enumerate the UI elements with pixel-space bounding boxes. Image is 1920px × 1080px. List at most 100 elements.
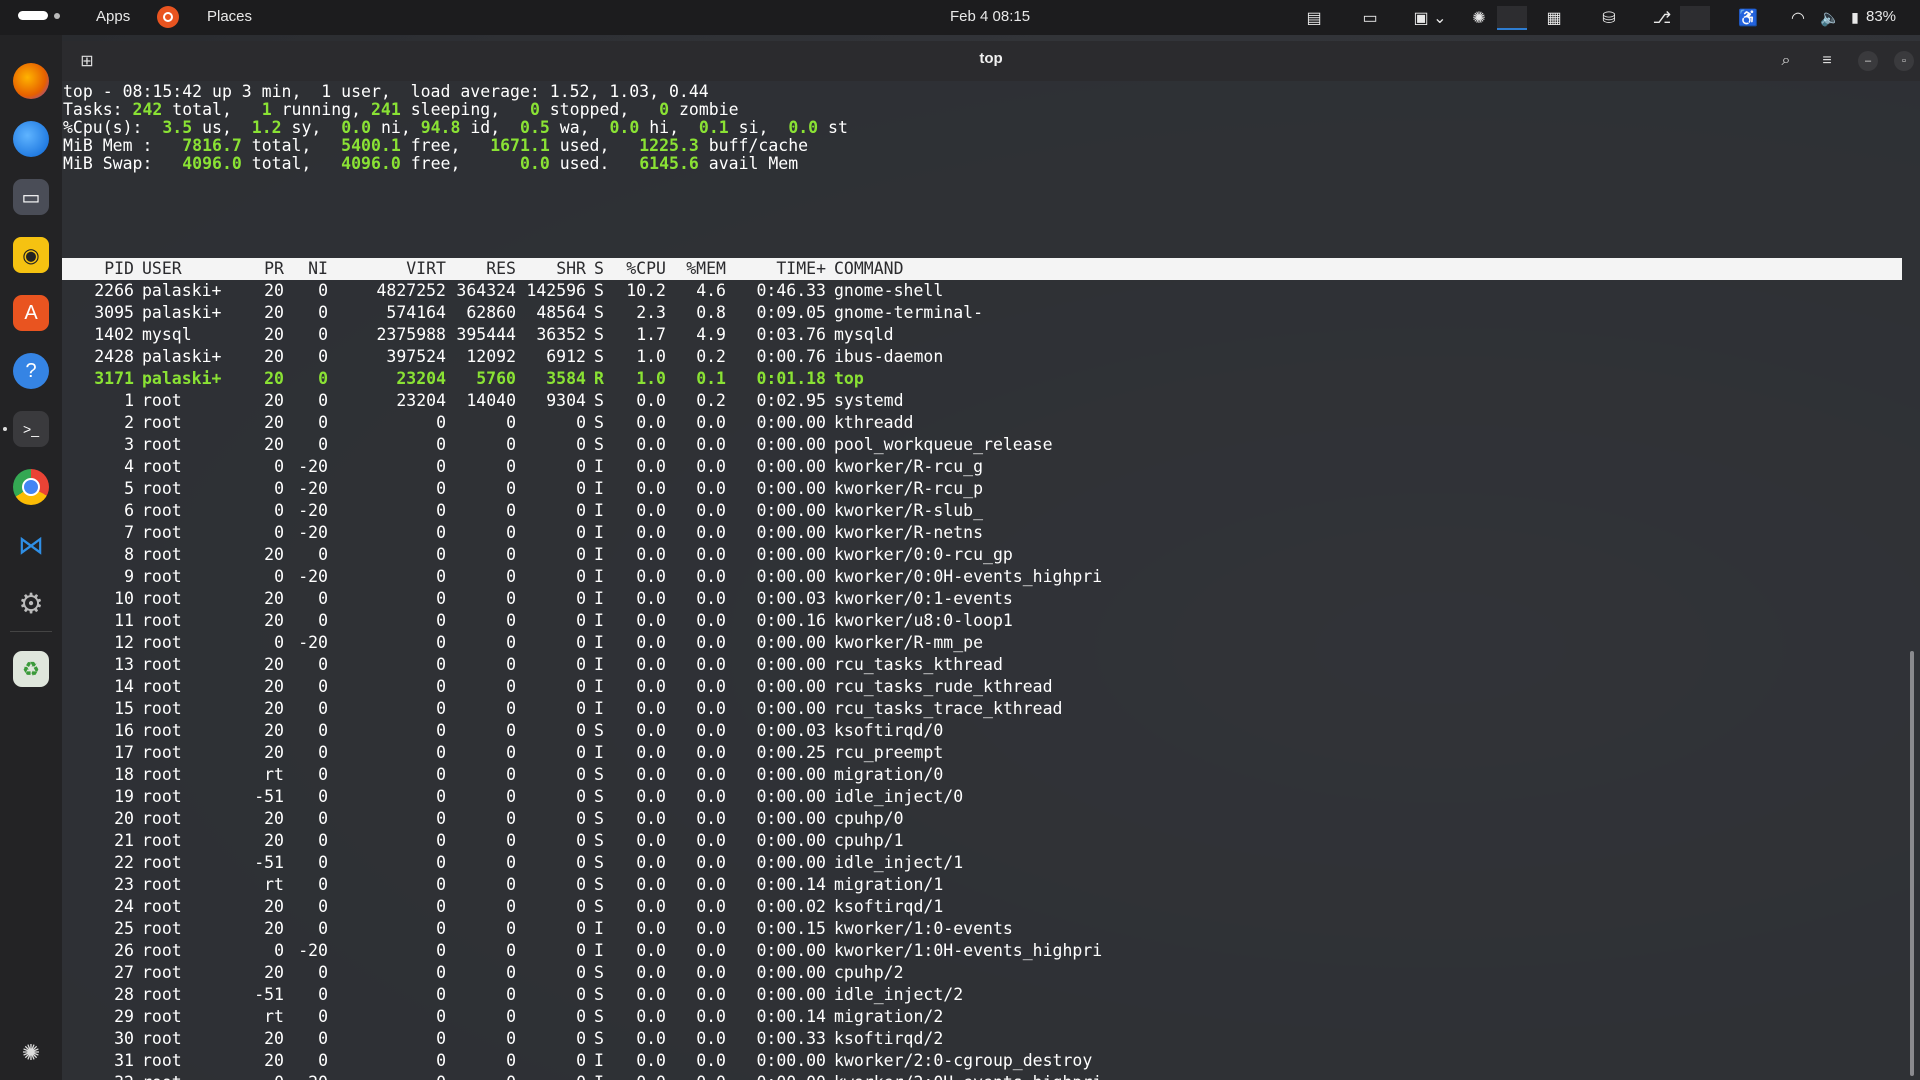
cell-mem: 0.0	[696, 611, 726, 630]
cell-pid: 14	[114, 677, 134, 696]
cell-res: 0	[506, 1007, 516, 1026]
settings-icon[interactable]: ⚙	[13, 585, 49, 621]
cell-state: S	[594, 303, 604, 322]
cell-res: 0	[506, 655, 516, 674]
cell-virt: 0	[436, 743, 446, 762]
cell-pid: 11	[114, 611, 134, 630]
cell-cpu: 0.0	[636, 853, 666, 872]
cell-pid: 30	[114, 1029, 134, 1048]
table-row: 15 root 20 0 0 0 0 I 0.0 0.0 0:00.00 rcu_tasks_trac…	[62, 698, 1902, 720]
cell-shr: 0	[576, 941, 586, 960]
cell-mem: 0.0	[696, 721, 726, 740]
cell-virt: 0	[436, 721, 446, 740]
scrollbar-thumb[interactable]	[1910, 651, 1914, 1076]
help-icon[interactable]: ?	[13, 353, 49, 389]
cell-res: 0	[506, 589, 516, 608]
cell-pid: 1402	[94, 325, 134, 344]
cell-time: 0:00.14	[756, 875, 826, 894]
cell-mem: 0.0	[696, 963, 726, 982]
cell-ni: 0	[318, 963, 328, 982]
cell-user: mysql	[142, 325, 192, 344]
cell-user: root	[142, 875, 182, 894]
maximize-button[interactable]: ▫	[1894, 51, 1914, 71]
cell-state: I	[594, 633, 604, 652]
battery-icon[interactable]: ▮	[1848, 0, 1862, 35]
cell-mem: 0.0	[696, 985, 726, 1004]
hamburger-menu-icon[interactable]: ≡	[1814, 49, 1840, 73]
files-icon[interactable]: ▭	[13, 179, 49, 215]
cell-state: S	[594, 347, 604, 366]
thunderbird-icon[interactable]	[13, 121, 49, 157]
cell-command: kworker/2:0-cgroup_destroy	[834, 1051, 1093, 1070]
clock[interactable]: Feb 4 08:15	[950, 8, 1030, 25]
cell-pr: 20	[264, 435, 284, 454]
places-menu[interactable]: Places	[207, 8, 252, 25]
terminal-running-dot	[3, 427, 7, 431]
cell-user: palaski+	[142, 281, 222, 300]
search-icon[interactable]: ⌕	[1773, 49, 1799, 73]
cell-shr: 0	[576, 413, 586, 432]
app-center-icon[interactable]: A	[13, 295, 49, 331]
vscode-icon[interactable]: ⋈	[13, 527, 49, 563]
cell-res: 14040	[466, 391, 516, 410]
table-row: 6 root 0 -20 0 0 0 I 0.0 0.0 0:00.00 kworker/R-slub…	[62, 500, 1902, 522]
trash-icon[interactable]: ♻	[13, 651, 49, 687]
cell-ni: 0	[318, 743, 328, 762]
cell-shr: 0	[576, 1007, 586, 1026]
cell-cpu: 0.0	[636, 479, 666, 498]
memory-monitor-icon[interactable]: ▦	[1542, 0, 1566, 35]
cell-virt: 0	[436, 567, 446, 586]
apps-menu[interactable]: Apps	[96, 8, 130, 25]
cell-pr: 20	[264, 369, 284, 388]
activities-indicator[interactable]	[18, 11, 60, 20]
cell-pr: 20	[264, 281, 284, 300]
cell-command: migration/2	[834, 1007, 944, 1026]
table-row: 25 root 20 0 0 0 0 I 0.0 0.0 0:00.15 kworker/1:0-ev…	[62, 918, 1902, 940]
cell-command: kworker/R-rcu_g	[834, 457, 984, 476]
image-menu-icon[interactable]: ▣ ⌄	[1412, 0, 1448, 35]
table-row: 24 root 20 0 0 0 0 S 0.0 0.0 0:00.02 ksoftirqd/1	[62, 896, 1902, 918]
cell-mem: 0.0	[696, 1029, 726, 1048]
cell-pid: 12	[114, 633, 134, 652]
cell-time: 0:00.00	[756, 963, 826, 982]
disk-monitor-icon[interactable]: ⛁	[1597, 0, 1621, 35]
cell-pr: rt	[264, 1007, 284, 1026]
cell-ni: 0	[318, 413, 328, 432]
cell-virt: 0	[436, 765, 446, 784]
cell-user: root	[142, 721, 182, 740]
firefox-icon[interactable]	[13, 63, 49, 99]
cell-mem: 0.0	[696, 633, 726, 652]
cell-cpu: 0.0	[636, 699, 666, 718]
cell-user: root	[142, 699, 182, 718]
table-row: 5 root 0 -20 0 0 0 I 0.0 0.0 0:00.00 kworker/R-rcu_…	[62, 478, 1902, 500]
network-monitor-icon[interactable]: ⎇	[1650, 0, 1674, 35]
terminal-icon[interactable]: >_	[13, 411, 49, 447]
cell-time: 0:00.00	[726, 1072, 826, 1080]
cell-user: root	[142, 897, 182, 916]
cpu-monitor-icon[interactable]: ✺	[1467, 0, 1491, 35]
cell-mem: 0.0	[696, 699, 726, 718]
table-row: 3 root 20 0 0 0 0 S 0.0 0.0 0:00.00 pool_workqueue_…	[62, 434, 1902, 456]
minimize-button[interactable]: –	[1858, 51, 1878, 71]
chrome-icon[interactable]	[13, 469, 49, 505]
show-apps-icon[interactable]: ✺	[13, 1035, 49, 1071]
table-row: 17 root 20 0 0 0 0 I 0.0 0.0 0:00.25 rcu_preempt	[62, 742, 1902, 764]
terminal-content[interactable]: top - 08:15:42 up 3 min, 1 user, load av…	[62, 81, 1902, 1080]
battery-percent[interactable]: 83%	[1866, 8, 1896, 25]
rhythmbox-icon[interactable]: ◉	[13, 237, 49, 273]
accessibility-icon[interactable]: ♿	[1736, 0, 1760, 35]
cell-user: root	[142, 479, 182, 498]
volume-icon[interactable]: 🔈	[1818, 0, 1842, 35]
cell-shr: 0	[576, 699, 586, 718]
cell-command: rcu_tasks_kthread	[834, 655, 1003, 674]
cell-user: root	[142, 655, 182, 674]
wifi-icon[interactable]: ◠	[1786, 0, 1810, 35]
cell-command: rcu_tasks_rude_kthread	[834, 677, 1053, 696]
cell-pid: 2428	[94, 347, 134, 366]
cell-cpu: 0.0	[636, 1029, 666, 1048]
screen-icon[interactable]: ▭	[1358, 0, 1382, 35]
column-header-res: RES	[486, 259, 516, 278]
clipboard-icon[interactable]: ▤	[1302, 0, 1326, 35]
ubuntu-logo-icon[interactable]	[157, 6, 179, 28]
cell-time: 0:00.00	[756, 479, 826, 498]
